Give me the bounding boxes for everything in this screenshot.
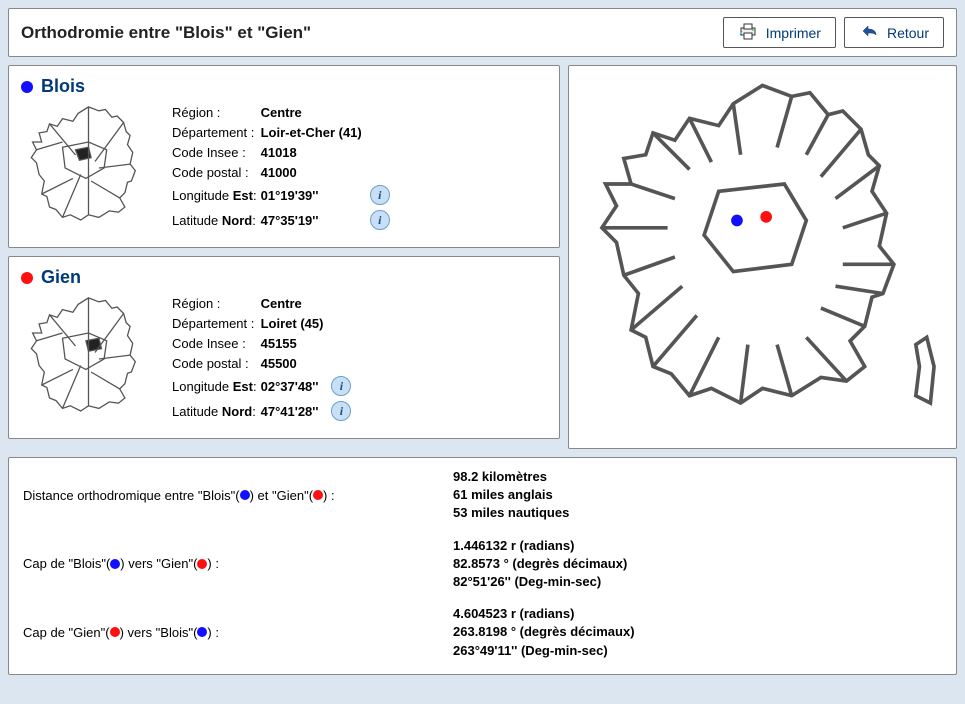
- header-bar: Orthodromie entre "Blois" et "Gien" Impr…: [8, 8, 957, 57]
- city-name-b: Gien: [41, 267, 81, 288]
- marker-dot-red: [21, 272, 33, 284]
- heading-ba-dms: 263°49'11'' (Deg-min-sec): [453, 642, 635, 660]
- label-department: Département :: [172, 123, 261, 143]
- city-panel-a: Blois Région :Centre Département :Loir-: [8, 65, 560, 248]
- main-row: Blois Région :Centre Département :Loir-: [8, 65, 957, 449]
- left-column: Blois Région :Centre Département :Loir-: [8, 65, 560, 449]
- map-panel: [568, 65, 957, 449]
- heading-ab-block: Cap de "Blois"() vers "Gien"() : 1.44613…: [23, 537, 942, 592]
- info-table-a: Région :Centre Département :Loir-et-Cher…: [172, 103, 394, 233]
- distance-mi: 61 miles anglais: [453, 486, 569, 504]
- print-button[interactable]: Imprimer: [723, 17, 836, 48]
- value-department-b: Loiret (45): [261, 314, 328, 334]
- label-longitude: Longitude Est:: [172, 374, 261, 399]
- value-latitude-b: 47°41'28'': [261, 399, 328, 424]
- heading-ab-deg: 82.8573 ° (degrès décimaux): [453, 555, 627, 573]
- value-longitude-b: 02°37'48'': [261, 374, 328, 399]
- value-region-a: Centre: [261, 103, 366, 123]
- heading-ba-block: Cap de "Gien"() vers "Blois"() : 4.60452…: [23, 605, 942, 660]
- label-postal: Code postal :: [172, 163, 261, 183]
- info-table-b: Région :Centre Département :Loiret (45) …: [172, 294, 355, 424]
- value-region-b: Centre: [261, 294, 328, 314]
- results-panel: Distance orthodromique entre "Blois"() e…: [8, 457, 957, 675]
- value-postal-a: 41000: [261, 163, 366, 183]
- marker-dot-blue: [197, 627, 207, 637]
- city-header-b: Gien: [21, 267, 547, 288]
- info-icon[interactable]: i: [331, 376, 351, 396]
- distance-values: 98.2 kilomètres 61 miles anglais 53 mile…: [453, 468, 569, 523]
- marker-dot-blue: [21, 81, 33, 93]
- map-marker-a: [731, 215, 743, 227]
- france-map-icon: [580, 72, 945, 442]
- marker-dot-red: [313, 490, 323, 500]
- label-postal: Code postal :: [172, 354, 261, 374]
- page-title: Orthodromie entre "Blois" et "Gien": [21, 23, 311, 43]
- heading-ba-rad: 4.604523 r (radians): [453, 605, 635, 623]
- info-icon[interactable]: i: [370, 185, 390, 205]
- print-button-label: Imprimer: [766, 25, 821, 41]
- marker-dot-red: [197, 559, 207, 569]
- distance-block: Distance orthodromique entre "Blois"() e…: [23, 468, 942, 523]
- info-icon[interactable]: i: [331, 401, 351, 421]
- label-region: Région :: [172, 103, 261, 123]
- map-marker-b: [760, 211, 772, 223]
- heading-ab-values: 1.446132 r (radians) 82.8573 ° (degrès d…: [453, 537, 627, 592]
- label-latitude: Latitude Nord:: [172, 399, 261, 424]
- distance-km: 98.2 kilomètres: [453, 468, 569, 486]
- label-region: Région :: [172, 294, 261, 314]
- marker-dot-red: [110, 627, 120, 637]
- label-insee: Code Insee :: [172, 143, 261, 163]
- back-button[interactable]: Retour: [844, 17, 944, 48]
- marker-dot-blue: [110, 559, 120, 569]
- heading-ba-deg: 263.8198 ° (degrès décimaux): [453, 623, 635, 641]
- city-name-a: Blois: [41, 76, 85, 97]
- value-insee-a: 41018: [261, 143, 366, 163]
- heading-ab-label: Cap de "Blois"() vers "Gien"() :: [23, 556, 453, 571]
- info-icon[interactable]: i: [370, 210, 390, 230]
- value-latitude-a: 47°35'19'': [261, 208, 366, 233]
- city-header-a: Blois: [21, 76, 547, 97]
- printer-icon: [738, 22, 758, 43]
- label-insee: Code Insee :: [172, 334, 261, 354]
- back-icon: [859, 23, 879, 42]
- label-latitude: Latitude Nord:: [172, 208, 261, 233]
- value-postal-b: 45500: [261, 354, 328, 374]
- heading-ba-values: 4.604523 r (radians) 263.8198 ° (degrès …: [453, 605, 635, 660]
- distance-nm: 53 miles nautiques: [453, 504, 569, 522]
- thumbnail-map-b: [21, 294, 156, 424]
- heading-ab-rad: 1.446132 r (radians): [453, 537, 627, 555]
- back-button-label: Retour: [887, 25, 929, 41]
- city-panel-b: Gien Région :Centre Département :Loiret: [8, 256, 560, 439]
- value-longitude-a: 01°19'39'': [261, 183, 366, 208]
- thumbnail-map-a: [21, 103, 156, 233]
- label-department: Département :: [172, 314, 261, 334]
- app-frame: Orthodromie entre "Blois" et "Gien" Impr…: [0, 0, 965, 704]
- value-insee-b: 45155: [261, 334, 328, 354]
- header-buttons: Imprimer Retour: [723, 17, 944, 48]
- value-department-a: Loir-et-Cher (41): [261, 123, 366, 143]
- distance-label: Distance orthodromique entre "Blois"() e…: [23, 488, 453, 503]
- label-longitude: Longitude Est:: [172, 183, 261, 208]
- heading-ab-dms: 82°51'26'' (Deg-min-sec): [453, 573, 627, 591]
- heading-ba-label: Cap de "Gien"() vers "Blois"() :: [23, 625, 453, 640]
- marker-dot-blue: [240, 490, 250, 500]
